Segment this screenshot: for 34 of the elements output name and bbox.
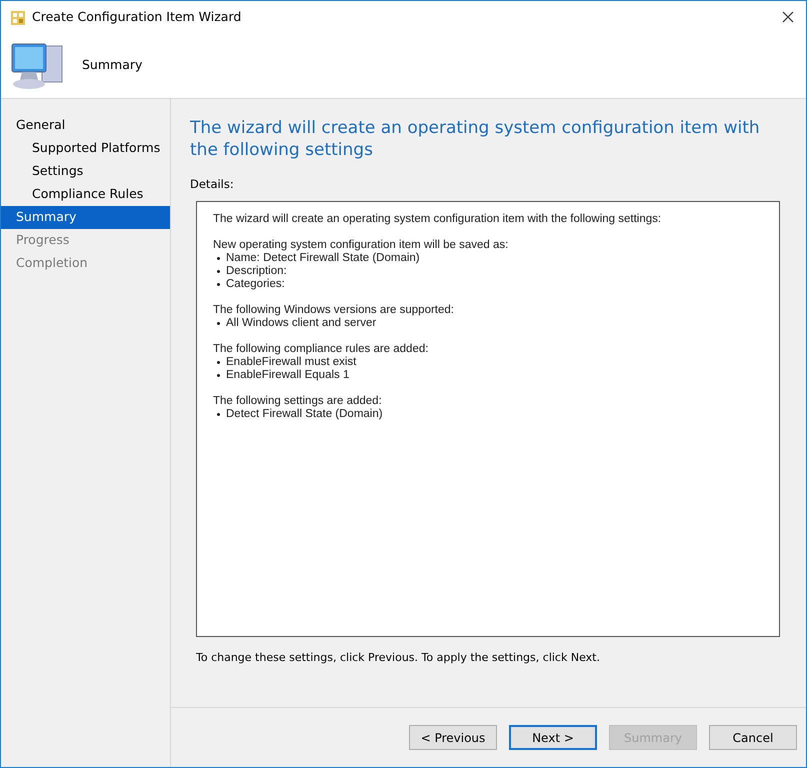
nav-item[interactable]: Summary [1,206,170,229]
nav-item[interactable]: Settings [1,160,170,183]
nav-item[interactable]: General [1,114,170,137]
section-heading: The following compliance rules are added: [213,343,430,356]
wizard-button[interactable]: < Previous [409,725,497,750]
list-item: EnableFirewall Equals 1 [226,369,350,382]
wizard-button[interactable]: Cancel [709,725,797,750]
bullet-icon [217,270,220,274]
section-heading: New operating system configuration item will be saved as: [213,239,510,252]
page-title: Summary [82,56,142,74]
details-label: Details: [190,176,235,193]
section-heading: The following Windows versions are supported: [213,304,455,318]
nav-item[interactable]: Compliance Rules [1,183,170,206]
list-item: Name: Detect Firewall State (Domain) [226,252,420,266]
bullet-icon [217,257,220,260]
list-item: Description: [226,265,287,278]
app-icon [10,8,27,26]
window-title: Create Configuration Item Wizard [32,8,242,26]
nav-item[interactable]: Supported Platforms [1,137,170,160]
bullet-icon [217,374,220,378]
close-icon[interactable] [782,11,794,23]
list-item: Detect Firewall State (Domain) [226,408,383,422]
wizard-button[interactable]: Next > [509,725,597,750]
bullet-icon [217,322,220,326]
list-item: Categories: [226,278,285,292]
bullet-icon [217,283,220,286]
bullet-icon [217,413,220,416]
content-heading: The wizard will create an operating system configuration item with the following settings [190,117,761,161]
section-heading: The following settings are added: [213,395,383,408]
list-item: EnableFirewall must exist [226,356,356,370]
list-item: All Windows client and server [226,317,376,330]
bullet-icon [217,361,220,364]
instruction-text: To change these settings, click Previous. To apply the settings, click Next. [196,650,601,666]
summary-text: The wizard will create an operating system configuration item with the following settings: [213,213,662,226]
